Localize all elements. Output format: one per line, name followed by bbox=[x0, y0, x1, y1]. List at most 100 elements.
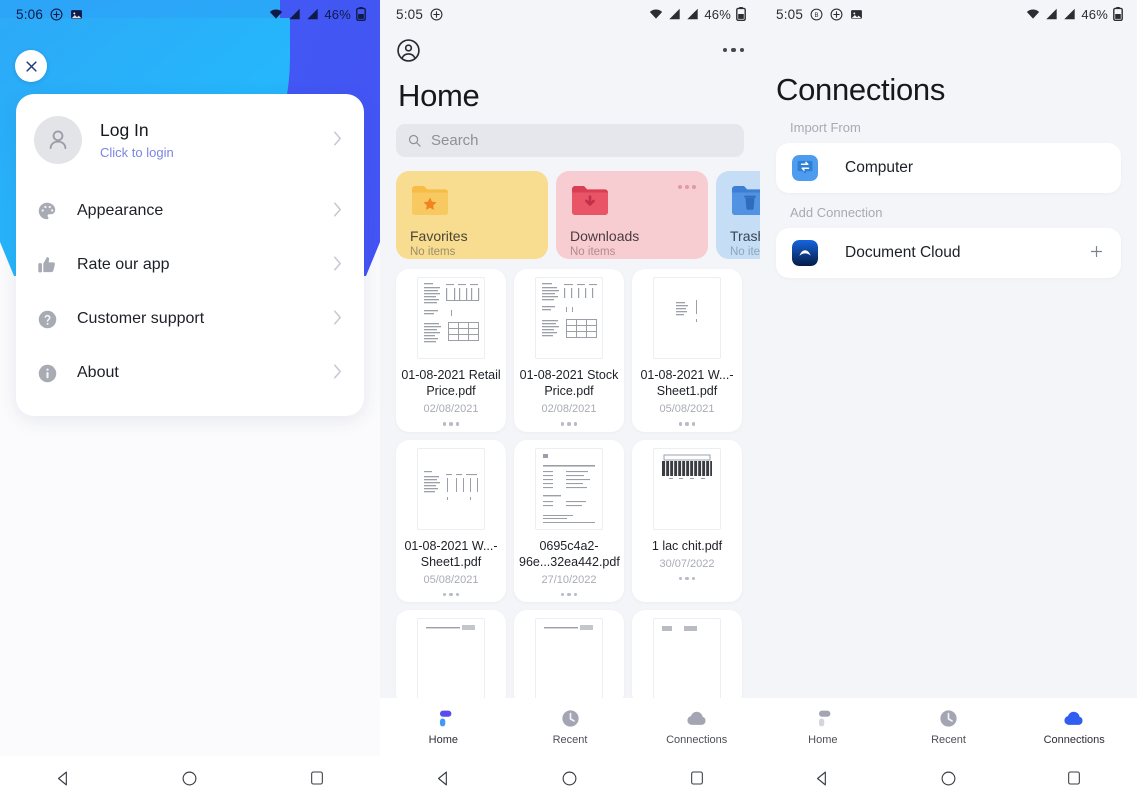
clock-icon bbox=[561, 710, 579, 727]
system-back-button[interactable] bbox=[793, 770, 853, 787]
battery-icon bbox=[356, 7, 366, 21]
info-circle-icon bbox=[34, 360, 60, 386]
section-label-import-from: Import From bbox=[790, 120, 861, 135]
folder-name: Trash bbox=[730, 228, 760, 244]
folder-card-downloads[interactable]: Downloads No items bbox=[556, 171, 708, 259]
file-card[interactable] bbox=[632, 610, 742, 706]
more-horizontal-icon[interactable] bbox=[722, 47, 744, 53]
system-back-button[interactable] bbox=[33, 770, 93, 787]
folder-overflow-icon[interactable] bbox=[678, 185, 696, 189]
battery-percent: 46% bbox=[1081, 6, 1108, 22]
system-home-button[interactable] bbox=[918, 770, 978, 787]
file-card[interactable]: 01-08-2021 W...-Sheet1.pdf 05/08/2021 bbox=[632, 269, 742, 432]
file-overflow-icon[interactable] bbox=[560, 592, 578, 596]
file-date: 30/07/2022 bbox=[659, 557, 715, 570]
file-name: 01-08-2021 Stock Price.pdf bbox=[519, 368, 619, 398]
page-title: Connections bbox=[776, 72, 946, 107]
folder-card-trash[interactable]: Trash No items bbox=[716, 171, 760, 259]
left-panel-settings-drawer: 5:06 46% Log In Click to login Appearanc… bbox=[0, 0, 380, 800]
menu-item-customer-support[interactable]: Customer support bbox=[16, 292, 364, 346]
nav-tab-connections[interactable]: Connections bbox=[1011, 708, 1137, 746]
file-date: 05/08/2021 bbox=[423, 573, 479, 586]
status-time: 5:06 bbox=[16, 6, 44, 22]
file-thumbnail-partial bbox=[653, 618, 721, 700]
file-card[interactable]: 1 lac chit.pdf 30/07/2022 bbox=[632, 439, 742, 602]
file-thumbnail-sparse bbox=[653, 277, 721, 359]
plus-circle-icon bbox=[50, 8, 63, 21]
file-name: 01-08-2021 Retail Price.pdf bbox=[401, 368, 501, 398]
palette-icon bbox=[34, 198, 60, 224]
close-icon bbox=[25, 60, 37, 72]
folder-card-favorites[interactable]: Favorites No items bbox=[396, 171, 548, 259]
nav-tab-label: Connections bbox=[1043, 734, 1105, 746]
folder-star-icon bbox=[412, 186, 448, 215]
nav-tab-recent[interactable]: Recent bbox=[886, 708, 1012, 746]
file-card[interactable]: 0695c4a2-96e...32ea442.pdf 27/10/2022 bbox=[514, 439, 624, 602]
connection-item-computer[interactable]: Computer bbox=[776, 143, 1121, 193]
cloud-icon bbox=[1064, 711, 1083, 725]
nav-tab-label: Home bbox=[808, 734, 838, 746]
folder-subtitle: No items bbox=[730, 246, 760, 258]
menu-item-rate-our-app[interactable]: Rate our app bbox=[16, 238, 364, 292]
file-thumbnail-spreadsheet bbox=[535, 277, 603, 359]
login-row[interactable]: Log In Click to login bbox=[16, 94, 364, 184]
login-subtitle: Click to login bbox=[100, 145, 174, 160]
file-card[interactable] bbox=[396, 610, 506, 706]
signal-icon bbox=[306, 8, 319, 20]
battery-percent: 46% bbox=[704, 6, 731, 22]
nav-tab-connections[interactable]: Connections bbox=[633, 708, 760, 746]
file-name: 01-08-2021 W...-Sheet1.pdf bbox=[404, 538, 498, 569]
search-input[interactable]: Search bbox=[396, 124, 744, 157]
system-recents-button[interactable] bbox=[1044, 770, 1104, 786]
system-home-button[interactable] bbox=[540, 770, 600, 787]
file-card[interactable]: 01-08-2021 Stock Price.pdf 02/08/2021 bbox=[514, 269, 624, 432]
menu-item-about[interactable]: About bbox=[16, 346, 364, 400]
nav-tab-recent[interactable]: Recent bbox=[507, 708, 634, 746]
menu-item-label: Appearance bbox=[77, 202, 164, 219]
file-thumbnail-barcode bbox=[653, 447, 721, 530]
file-overflow-icon[interactable] bbox=[560, 422, 578, 426]
battery-icon bbox=[1113, 7, 1123, 21]
account-circle-icon[interactable] bbox=[396, 38, 421, 63]
image-icon bbox=[70, 8, 83, 21]
nav-tab-home[interactable]: Home bbox=[380, 708, 507, 746]
folder-subtitle: No items bbox=[410, 246, 456, 258]
file-thumbnail-partial bbox=[535, 618, 603, 700]
system-back-button[interactable] bbox=[413, 770, 473, 787]
chevron-right-icon bbox=[333, 202, 346, 220]
folder-trash-icon bbox=[732, 186, 760, 215]
nav-tab-home[interactable]: Home bbox=[760, 708, 886, 746]
system-recents-button[interactable] bbox=[667, 770, 727, 786]
signal-icon bbox=[1063, 8, 1076, 20]
file-thumbnail-partial bbox=[417, 618, 485, 700]
connection-item-document-cloud[interactable]: Document Cloud bbox=[776, 228, 1121, 278]
question-circle-icon bbox=[34, 306, 60, 332]
file-overflow-icon[interactable] bbox=[442, 592, 460, 596]
folder-download-icon bbox=[572, 186, 608, 215]
file-thumbnail-invoice bbox=[535, 447, 603, 530]
file-overflow-icon[interactable] bbox=[678, 422, 696, 426]
section-label-add-connection: Add Connection bbox=[790, 205, 883, 220]
status-bar-left: 5:06 46% bbox=[0, 0, 380, 28]
file-overflow-icon[interactable] bbox=[678, 576, 696, 580]
status-time: 5:05 bbox=[396, 6, 424, 22]
file-date: 02/08/2021 bbox=[541, 403, 597, 415]
file-card[interactable]: 01-08-2021 W...-Sheet1.pdf 05/08/2021 bbox=[396, 439, 506, 602]
image-icon bbox=[850, 8, 863, 21]
avatar bbox=[34, 116, 82, 164]
close-drawer-button[interactable] bbox=[15, 50, 47, 82]
system-navigation-bar-middle bbox=[380, 756, 760, 800]
document-cloud-icon bbox=[792, 240, 818, 266]
chevron-right-icon bbox=[333, 256, 346, 274]
file-overflow-icon[interactable] bbox=[442, 422, 460, 426]
file-grid: 01-08-2021 Retail Price.pdf 02/08/2021 0… bbox=[380, 259, 760, 706]
system-recents-button[interactable] bbox=[287, 770, 347, 786]
folder-shortcuts: Favorites No items Downloads No items Tr… bbox=[380, 157, 760, 259]
plus-icon[interactable] bbox=[1088, 243, 1105, 264]
menu-item-appearance[interactable]: Appearance bbox=[16, 184, 364, 238]
signal-icon bbox=[288, 8, 301, 20]
chevron-right-icon bbox=[333, 310, 346, 328]
system-home-button[interactable] bbox=[160, 770, 220, 787]
file-card[interactable]: 01-08-2021 Retail Price.pdf 02/08/2021 bbox=[396, 269, 506, 432]
file-card[interactable] bbox=[514, 610, 624, 706]
